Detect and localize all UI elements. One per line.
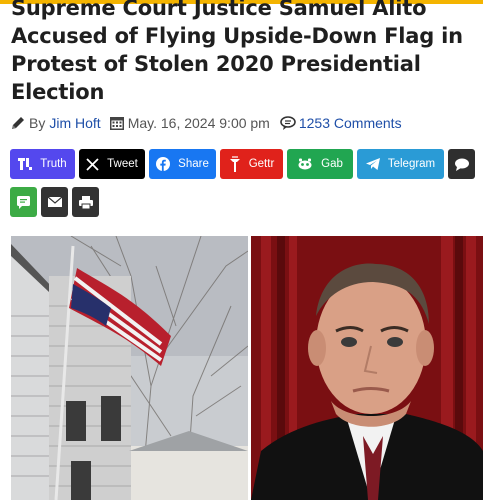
gab-label: Gab <box>321 158 343 170</box>
gettr-share-button[interactable]: Gettr <box>220 149 283 179</box>
article-hero-image <box>11 236 483 500</box>
pencil-icon <box>10 115 26 131</box>
email-icon <box>47 197 62 207</box>
print-icon <box>78 195 93 209</box>
telegram-label: Telegram <box>387 158 436 170</box>
publish-date: May. 16, 2024 9:00 pm <box>127 115 270 131</box>
share-bar-secondary <box>10 187 103 217</box>
headline-line-3: Protest of Stolen 2020 Presidential <box>11 52 421 76</box>
comment-bubble-icon <box>280 115 296 131</box>
house-flag-photo <box>11 236 249 500</box>
article-meta: By Jim Hoft May. 16, 2024 9:00 pm 1253 C… <box>10 114 402 132</box>
sms-share-button[interactable] <box>10 187 37 217</box>
sms-icon <box>17 195 30 209</box>
author-link[interactable]: Jim Hoft <box>49 115 100 131</box>
truth-share-button[interactable]: Truth <box>10 149 75 179</box>
gab-icon <box>298 158 312 170</box>
tweet-button[interactable]: Tweet <box>79 149 145 179</box>
telegram-icon <box>365 158 380 170</box>
facebook-icon <box>156 157 171 171</box>
share-label: Share <box>178 158 209 170</box>
article-headline: Supreme Court Justice Samuel Alito Accus… <box>11 0 481 106</box>
headline-line-2: Accused of Flying Upside-Down Flag in <box>11 24 463 48</box>
telegram-share-button[interactable]: Telegram <box>357 149 444 179</box>
gettr-icon <box>229 156 240 172</box>
truth-social-icon <box>18 158 33 170</box>
portrait-photo <box>251 236 483 500</box>
headline-line-1: Supreme Court Justice Samuel Alito <box>11 0 427 20</box>
truth-label: Truth <box>40 158 67 170</box>
facebook-share-button[interactable]: Share <box>149 149 216 179</box>
by-label: By <box>29 115 46 131</box>
email-share-button[interactable] <box>41 187 68 217</box>
image-divider <box>248 236 251 500</box>
x-icon <box>86 157 99 171</box>
share-bar: Truth Tweet Share Gettr Gab Telegram <box>10 149 475 179</box>
comments-link[interactable]: 1253 Comments <box>299 115 402 131</box>
headline-line-4: Election <box>11 80 105 104</box>
comment-share-button[interactable] <box>448 149 475 179</box>
tweet-label: Tweet <box>107 158 138 170</box>
gettr-label: Gettr <box>248 158 275 170</box>
calendar-icon <box>109 115 125 131</box>
print-button[interactable] <box>72 187 99 217</box>
comment-icon <box>454 158 469 171</box>
gab-share-button[interactable]: Gab <box>287 149 353 179</box>
